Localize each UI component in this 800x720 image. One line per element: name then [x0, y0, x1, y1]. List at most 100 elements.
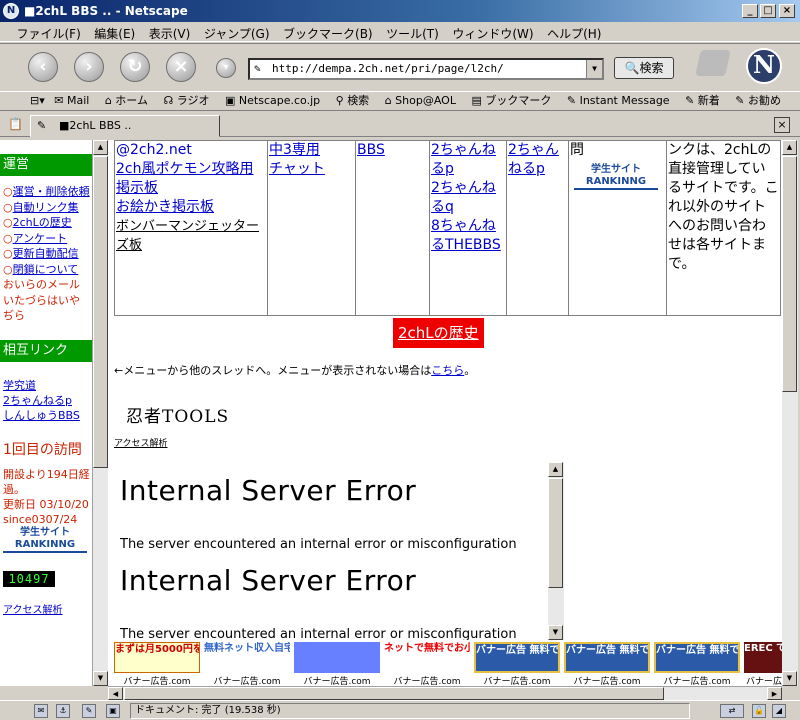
minimize-button[interactable]: _: [742, 4, 758, 18]
bookmark-radio[interactable]: ☊ ラジオ: [163, 92, 215, 110]
menu-tools[interactable]: ツール(T): [381, 22, 444, 42]
close-tab-button[interactable]: ×: [774, 117, 790, 133]
banner-caption-3[interactable]: バナー広告.com: [294, 674, 380, 686]
bookmark-shop[interactable]: ⌂ Shop@AOL: [385, 92, 462, 110]
scroll-down-arrow-icon[interactable]: ▼: [93, 671, 108, 686]
banner-caption-2[interactable]: バナー広告.com: [204, 674, 290, 686]
scroll-up-arrow-icon[interactable]: ▲: [93, 140, 108, 155]
navigator-icon[interactable]: ⚓: [56, 704, 70, 718]
link-2channel-q[interactable]: 2ちゃんねるq: [431, 180, 496, 215]
site-2ch2-net[interactable]: @2ch2.net: [116, 141, 266, 160]
menu-go[interactable]: ジャンプ(G): [199, 22, 275, 42]
bookmark-bookmarks[interactable]: ▤ ブックマーク: [471, 92, 557, 110]
scroll-thumb[interactable]: [93, 156, 108, 468]
netscape-logo[interactable]: N: [746, 48, 782, 84]
banner-ad-6[interactable]: バナー広告 無料で掲載!: [564, 642, 650, 673]
menu-here-link[interactable]: こちら: [431, 364, 464, 377]
banner-ad-8[interactable]: EREC でお探: [744, 642, 782, 673]
iframe-scrollbar[interactable]: ▲ ▼: [548, 462, 564, 640]
menu-help[interactable]: ヘルプ(H): [542, 22, 606, 42]
bookmark-new[interactable]: ✎ 新着: [685, 92, 726, 110]
link-oekaki-bbs[interactable]: お絵かき掲示板: [116, 199, 214, 215]
link-auto-links[interactable]: 自動リンク集: [13, 201, 79, 214]
main-scroll-down-icon[interactable]: ▼: [782, 671, 797, 686]
bookmark-home[interactable]: ⌂ ホーム: [105, 92, 154, 110]
access-analysis-link-main[interactable]: アクセス解析: [114, 436, 168, 449]
main-scroll-up-icon[interactable]: ▲: [782, 140, 797, 155]
link-shinshu-bbs[interactable]: しんしゅうBBS: [3, 408, 90, 423]
tab-menu-icon[interactable]: ⊟▾: [30, 92, 45, 110]
security-lock-icon[interactable]: 🔓: [752, 704, 766, 718]
online-status-icon[interactable]: ⇄: [720, 704, 744, 718]
forward-button[interactable]: ›: [74, 52, 104, 82]
close-window-button[interactable]: ×: [779, 4, 795, 18]
menu-bookmarks[interactable]: ブックマーク(B): [278, 22, 378, 42]
banner-caption-4[interactable]: バナー広告.com: [384, 674, 470, 686]
history-dropdown-icon[interactable]: ▾: [216, 58, 236, 78]
iframe-scroll-thumb[interactable]: [548, 478, 563, 588]
banner-caption-7[interactable]: バナー広告.com: [654, 674, 740, 686]
scroll-left-icon[interactable]: ◀: [108, 687, 123, 700]
link-8channel[interactable]: 8ちゃんねるTHEBBS: [431, 218, 501, 253]
bookmark-recommend[interactable]: ✎ お勧め: [735, 92, 787, 110]
banner-caption-8[interactable]: バナー広: [744, 674, 782, 686]
link-chat[interactable]: チャット: [269, 161, 325, 177]
maximize-button[interactable]: □: [760, 4, 776, 18]
menu-edit[interactable]: 編集(E): [89, 22, 140, 42]
history-button[interactable]: 2chLの歴史: [393, 318, 484, 348]
mail-status-icon[interactable]: ✉: [34, 704, 48, 718]
banner-caption-5[interactable]: バナー広告.com: [474, 674, 560, 686]
browser-tab[interactable]: ✎ ■2chL BBS ..: [30, 115, 220, 137]
print-icon[interactable]: [695, 50, 731, 76]
bookmark-instant-message[interactable]: ✎ Instant Message: [567, 92, 676, 110]
stop-button[interactable]: ×: [166, 52, 196, 82]
horizontal-scrollbar[interactable]: ◀ ▶: [108, 686, 782, 700]
banner-caption-1[interactable]: バナー広告.com: [114, 674, 200, 686]
banner-ad-7[interactable]: バナー広告 無料で掲載!: [654, 642, 740, 673]
link-bbs[interactable]: BBS: [357, 142, 385, 158]
access-analysis-link[interactable]: アクセス解析: [0, 587, 92, 616]
banner-ad-5[interactable]: バナー広告 無料で掲載!: [474, 642, 560, 673]
ranking-banner-main[interactable]: 学生サイト RANKINNG: [574, 164, 658, 190]
horizontal-scroll-thumb[interactable]: [124, 687, 664, 700]
back-button[interactable]: ‹: [28, 52, 58, 82]
banner-ad-4[interactable]: ネットで無料でお小遣い♪: [384, 642, 470, 673]
bookmark-netscape[interactable]: ▣ Netscape.co.jp: [225, 92, 326, 110]
link-2channel-p[interactable]: 2ちゃんねるp: [3, 393, 90, 408]
link-closure[interactable]: 閉鎖について: [13, 263, 79, 276]
scroll-right-icon[interactable]: ▶: [767, 687, 782, 700]
banner-ad-1[interactable]: まずは月5000円を目指そう!: [114, 642, 200, 673]
url-field[interactable]: ✎ http://dempa.2ch.net/pri/page/l2ch/ ▼: [248, 58, 604, 80]
link-2channel-p-main[interactable]: 2ちゃんねるp: [431, 142, 496, 177]
banner-ad-3[interactable]: [294, 642, 380, 673]
ranking-banner[interactable]: 学生サイト RANKINNG: [3, 527, 87, 553]
iframe-scroll-up-icon[interactable]: ▲: [548, 462, 563, 477]
left-frame-scrollbar[interactable]: ▲ ▼: [92, 140, 108, 686]
main-scroll-thumb[interactable]: [782, 156, 797, 392]
menu-window[interactable]: ウィンドウ(W): [447, 22, 538, 42]
link-history[interactable]: 2chLの歴史: [13, 216, 72, 229]
url-dropdown-icon[interactable]: ▼: [586, 60, 602, 78]
link-bomberman-bbs[interactable]: ボンバーマンジェッターズ板: [116, 219, 259, 253]
banner-caption-6[interactable]: バナー広告.com: [564, 674, 650, 686]
link-survey[interactable]: アンケート: [13, 232, 68, 245]
link-2channel-p-2[interactable]: 2ちゃんねるp: [508, 142, 559, 177]
search-button[interactable]: 🔍検索: [614, 57, 674, 79]
reload-button[interactable]: ↻: [120, 52, 150, 82]
sidebar-toggle-icon[interactable]: 📋: [8, 117, 23, 131]
bookmark-mail[interactable]: ✉ Mail: [54, 92, 95, 110]
link-auto-delivery[interactable]: 更新自動配信: [13, 247, 79, 260]
link-gakkyudo[interactable]: 学究道: [3, 378, 90, 393]
iframe-scroll-down-icon[interactable]: ▼: [548, 625, 563, 640]
composer-icon[interactable]: ✎: [82, 704, 96, 718]
link-deletion-request[interactable]: 運営・削除依頼: [13, 185, 90, 198]
bookmark-search[interactable]: ⚲ 検索: [336, 92, 376, 110]
ninja-tools-logo[interactable]: 忍者TOOLS: [126, 402, 229, 427]
main-scrollbar[interactable]: ▲ ▼: [782, 140, 798, 686]
menu-view[interactable]: 表示(V): [144, 22, 196, 42]
menu-file[interactable]: ファイル(F): [12, 22, 86, 42]
link-pokemon-bbs[interactable]: 2ch風ポケモン攻略用掲示板: [116, 161, 253, 196]
address-book-icon[interactable]: ▣: [106, 704, 120, 718]
link-chugaku3[interactable]: 中3専用: [269, 142, 320, 158]
banner-ad-2[interactable]: 無料ネット収入自宅で金儲け: [204, 642, 290, 673]
